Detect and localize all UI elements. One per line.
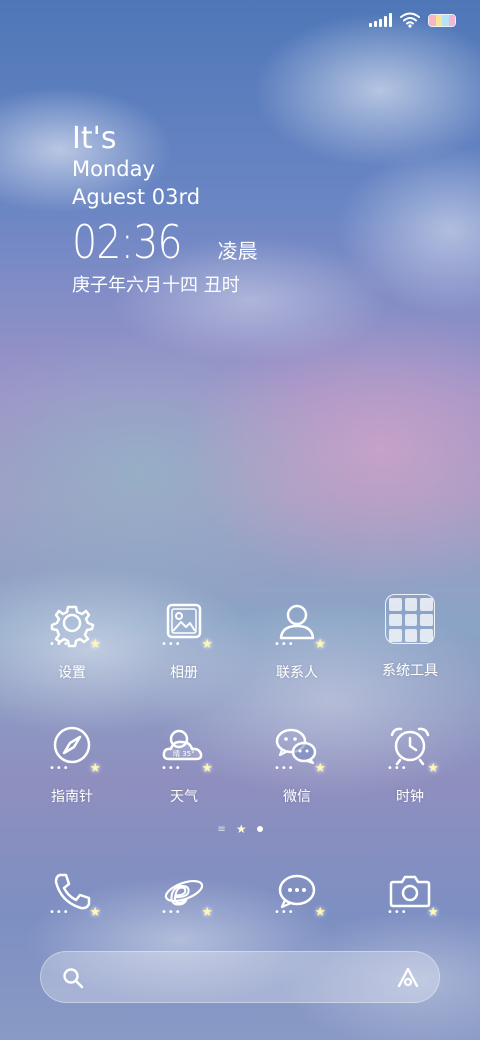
dock-phone[interactable]: ••• ★ — [22, 868, 122, 920]
widget-date: Aguest 03rd — [72, 185, 201, 209]
dock-browser[interactable]: e ••• ★ — [134, 868, 234, 920]
gear-icon: ••• ★ — [47, 600, 101, 652]
widget-time-row: 02:36 凌晨 — [72, 214, 258, 270]
phone-icon: ••• ★ — [47, 868, 101, 920]
widget-time: 02:36 — [72, 215, 183, 269]
signal-icon — [369, 13, 392, 27]
wechat-icon: ••• ★ — [272, 724, 326, 776]
widget-greeting: It's — [72, 121, 117, 156]
status-bar — [0, 0, 480, 40]
app-label: 指南针 — [51, 789, 93, 805]
app-label: 时钟 — [396, 789, 424, 805]
clock-widget[interactable]: It's Monday Aguest 03rd 02:36 凌晨 庚子年六月十四… — [72, 122, 258, 300]
app-label: 设置 — [58, 665, 86, 681]
app-label: 微信 — [283, 789, 311, 805]
compass-icon: ••• ★ — [47, 724, 101, 776]
app-weather[interactable]: 晴 35° ••• ★ 天气 — [134, 724, 234, 806]
page-dot[interactable] — [256, 826, 263, 832]
camera-icon: ••• ★ — [385, 868, 439, 920]
assistant-icon[interactable] — [395, 965, 421, 991]
folder-icon — [385, 594, 435, 644]
list-page-icon[interactable]: ≡ — [217, 824, 225, 835]
alarm-clock-icon: ••• ★ — [385, 724, 439, 776]
weather-icon: 晴 35° ••• ★ — [159, 724, 213, 776]
contact-icon: ••• ★ — [272, 600, 326, 652]
dock-messages[interactable]: ••• ★ — [247, 868, 347, 920]
search-bar[interactable] — [40, 951, 440, 1003]
browser-icon: e ••• ★ — [161, 872, 213, 920]
search-icon — [63, 968, 84, 989]
wifi-icon — [400, 12, 420, 28]
status-icons — [369, 12, 456, 28]
app-label: 联系人 — [276, 665, 318, 681]
widget-period: 凌晨 — [217, 239, 258, 263]
battery-icon — [428, 13, 456, 27]
widget-weekday: Monday — [72, 157, 155, 181]
app-contacts[interactable]: ••• ★ 联系人 — [247, 600, 347, 682]
dock-camera[interactable]: ••• ★ — [360, 868, 460, 920]
current-page-star-icon[interactable]: ★ — [236, 822, 247, 836]
app-settings[interactable]: ••• ★ 设置 — [22, 600, 122, 682]
page-indicator[interactable]: ≡ ★ — [0, 822, 480, 836]
app-compass[interactable]: ••• ★ 指南针 — [22, 724, 122, 806]
app-system-tools-folder[interactable]: 系统工具 — [360, 594, 460, 680]
message-icon: ••• ★ — [272, 868, 326, 920]
gallery-icon: ••• ★ — [159, 600, 213, 652]
weather-badge: 晴 35° — [173, 749, 195, 758]
widget-lunar-date: 庚子年六月十四 丑时 — [72, 275, 240, 296]
app-label: 系统工具 — [382, 663, 438, 679]
app-label: 天气 — [170, 789, 198, 805]
app-gallery[interactable]: ••• ★ 相册 — [134, 600, 234, 682]
app-wechat[interactable]: ••• ★ 微信 — [247, 724, 347, 806]
app-clock[interactable]: ••• ★ 时钟 — [360, 724, 460, 806]
app-label: 相册 — [170, 665, 198, 681]
